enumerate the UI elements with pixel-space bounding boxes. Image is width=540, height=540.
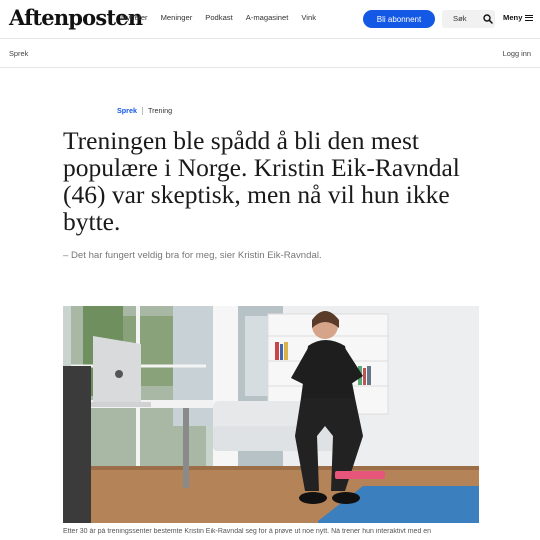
login-link[interactable]: Logg inn — [503, 49, 531, 58]
main-nav: Nyheter Meninger Podkast A-magasinet Vin… — [121, 13, 329, 23]
section-link[interactable]: Sprek — [9, 49, 28, 58]
search-button[interactable]: Søk — [442, 10, 495, 28]
kicker-tag[interactable]: Trening — [148, 106, 172, 115]
nav-item-podkast[interactable]: Podkast — [205, 13, 232, 23]
menu-button[interactable]: Meny — [503, 13, 534, 22]
nav-item-meninger[interactable]: Meninger — [161, 13, 193, 23]
image-caption: Etter 30 år på treningssenter bestemte K… — [63, 528, 432, 535]
nav-item-nyheter[interactable]: Nyheter — [121, 13, 148, 23]
article-headline: Treningen ble spådd å bli den mest popul… — [63, 126, 460, 236]
top-navigation: Aftenposten Nyheter Meninger Podkast A-m… — [0, 0, 540, 38]
menu-label: Meny — [503, 13, 523, 22]
article-lede: – Det har fungert veldig bra for meg, si… — [63, 250, 322, 261]
search-icon — [483, 14, 493, 24]
section-bar: Sprek Logg inn — [0, 38, 540, 68]
nav-item-a-magasinet[interactable]: A-magasinet — [246, 13, 289, 23]
kicker-section[interactable]: Sprek — [117, 106, 137, 115]
hamburger-icon — [525, 14, 534, 21]
article-hero-image[interactable] — [63, 306, 479, 523]
hero-photo — [63, 306, 479, 523]
article-kicker: Sprek Trening — [117, 106, 172, 115]
kicker-divider — [141, 106, 143, 115]
search-label: Søk — [453, 14, 467, 23]
subscribe-button[interactable]: Bli abonnent — [363, 10, 435, 28]
nav-item-vink[interactable]: Vink — [301, 13, 316, 23]
